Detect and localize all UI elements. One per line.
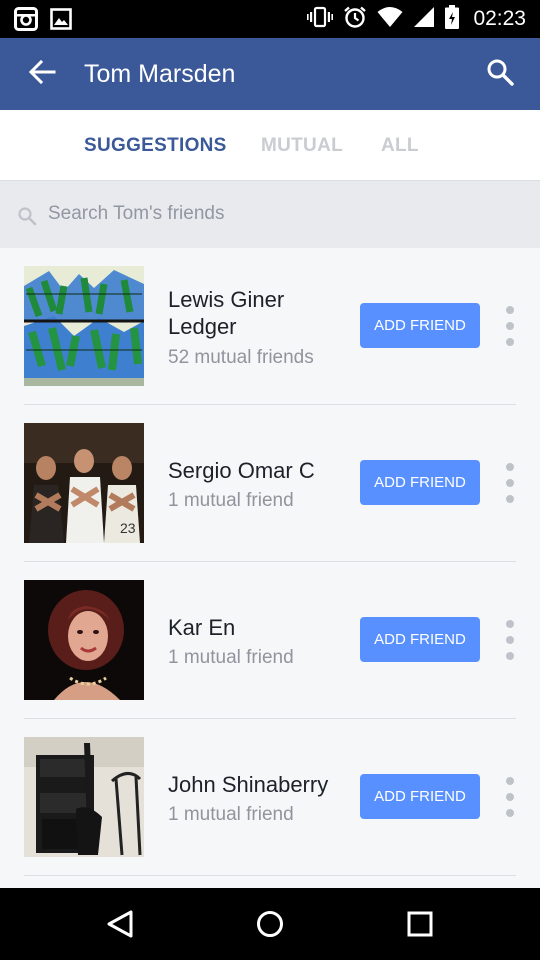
back-button[interactable] [22, 56, 62, 92]
more-options-icon[interactable] [498, 620, 522, 660]
mutual-friends-count: 52 mutual friends [168, 347, 314, 368]
add-friend-button[interactable]: ADD FRIEND [360, 617, 480, 662]
more-options-icon[interactable] [498, 306, 522, 346]
friend-row: John Shinaberry 1 mutual friend ADD FRIE… [0, 719, 540, 876]
friend-row: 23 Sergio Omar C 1 mutual friend ADD FRI… [0, 405, 540, 562]
add-friend-button[interactable]: ADD FRIEND [360, 774, 480, 819]
home-circle-icon[interactable] [252, 906, 288, 942]
more-options-icon[interactable] [498, 463, 522, 503]
add-friend-button[interactable]: ADD FRIEND [360, 303, 480, 348]
add-friend-button[interactable]: ADD FRIEND [360, 460, 480, 505]
friend-name[interactable]: Kar En [168, 614, 348, 641]
search-bar [0, 181, 540, 248]
status-right-icons: 02:23 [307, 0, 526, 38]
mutual-friends-count: 1 mutual friend [168, 804, 294, 825]
app-bar: Tom Marsden [0, 38, 540, 110]
search-icon [486, 58, 514, 91]
wifi-icon [377, 6, 403, 33]
friend-name[interactable]: John Shinaberry [168, 771, 353, 798]
recents-square-icon[interactable] [402, 906, 438, 942]
friend-row: Kar En 1 mutual friend ADD FRIEND [0, 562, 540, 719]
portrait-avatar[interactable] [24, 580, 144, 700]
graffiti-art-avatar[interactable] [24, 266, 144, 386]
search-input[interactable] [48, 193, 518, 235]
arrow-left-icon [28, 58, 56, 91]
status-left-icons [14, 7, 72, 36]
mutual-friends-count: 1 mutual friend [168, 647, 294, 668]
vibrate-icon [307, 6, 334, 33]
friend-row: Lewis Giner Ledger 52 mutual friends ADD… [0, 248, 540, 405]
tab-mutual[interactable]: MUTUAL [261, 110, 343, 180]
tab-suggestions[interactable]: SUGGESTIONS [84, 110, 227, 180]
search-button[interactable] [482, 56, 518, 92]
friend-name[interactable]: Sergio Omar C [168, 457, 353, 484]
tab-bar: SUGGESTIONS MUTUAL ALL [0, 110, 540, 181]
search-icon [17, 206, 37, 231]
instagram-icon [14, 7, 38, 36]
svg-text:23: 23 [120, 520, 136, 536]
page-title: Tom Marsden [84, 60, 236, 88]
gallery-icon [50, 8, 72, 35]
tab-all[interactable]: ALL [381, 110, 419, 180]
group-photo-avatar[interactable]: 23 [24, 423, 144, 543]
friend-list: Lewis Giner Ledger 52 mutual friends ADD… [0, 248, 540, 888]
signal-icon [413, 6, 435, 33]
guitar-amp-avatar[interactable] [24, 737, 144, 857]
more-options-icon[interactable] [498, 777, 522, 817]
row-divider [24, 875, 516, 876]
back-triangle-icon[interactable] [102, 906, 138, 942]
friend-name[interactable]: Lewis Giner Ledger [168, 286, 348, 340]
status-time: 02:23 [473, 7, 526, 30]
system-nav-bar [0, 888, 540, 960]
status-bar: 02:23 [0, 0, 540, 38]
battery-icon [445, 4, 460, 34]
alarm-icon [343, 5, 367, 34]
mutual-friends-count: 1 mutual friend [168, 490, 294, 511]
